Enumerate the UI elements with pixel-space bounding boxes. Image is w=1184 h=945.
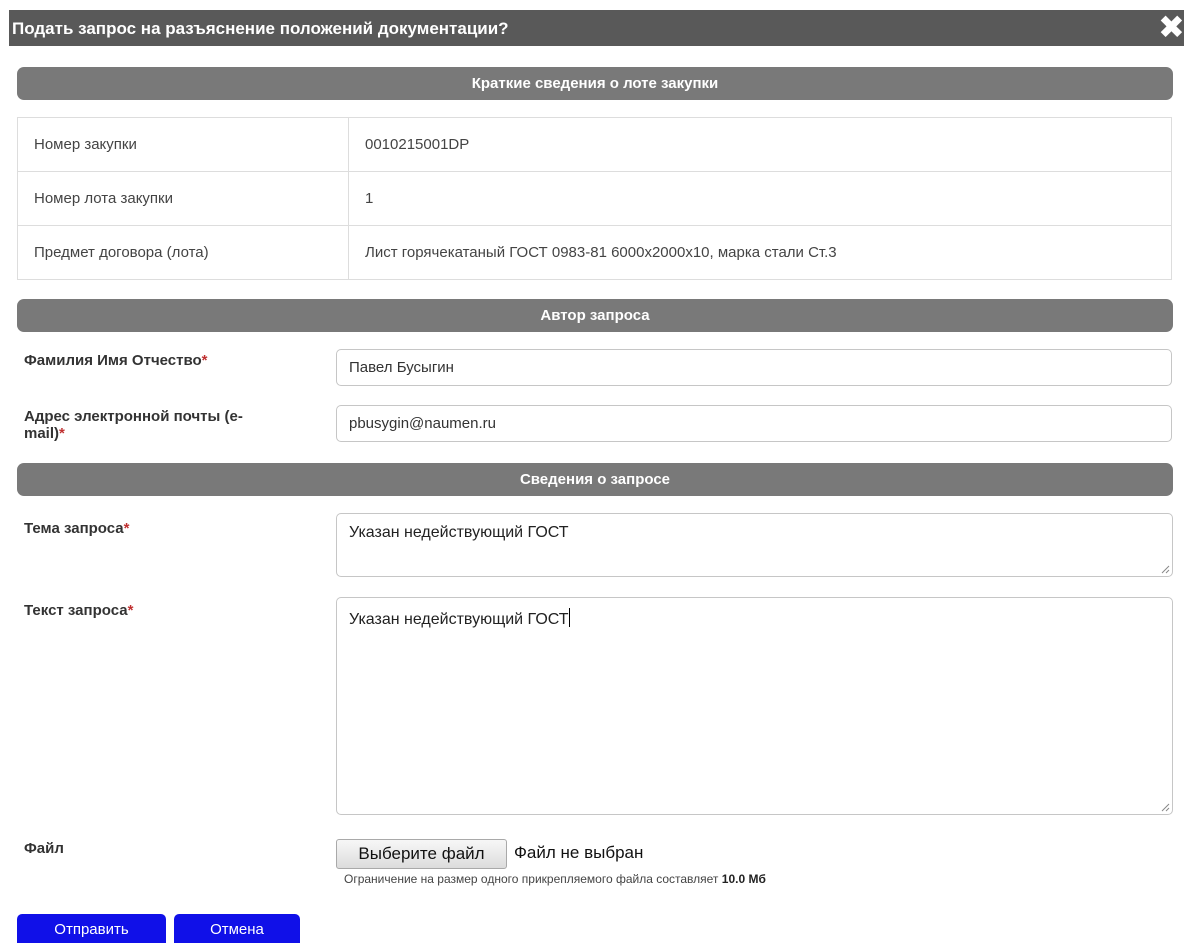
row-label: Номер закупки — [17, 117, 349, 172]
full-name-label-text: Фамилия Имя Отчество — [24, 352, 202, 369]
file-status-text: Файл не выбран — [514, 843, 644, 862]
row-value: 1 — [348, 171, 1172, 226]
required-mark: * — [201, 352, 208, 369]
file-hint-text: Ограничение на размер одного прикрепляем… — [344, 872, 719, 886]
email-label-line2: mail) — [24, 425, 60, 442]
choose-file-button[interactable]: Выберите файл — [336, 839, 507, 869]
required-mark: * — [127, 602, 134, 619]
table-row: Номер закупки 0010215001DP — [17, 117, 1172, 172]
row-label: Номер лота закупки — [17, 171, 349, 226]
request-text: Указан недействующий ГОСТ — [349, 611, 569, 628]
submit-button[interactable]: Отправить — [17, 914, 166, 943]
subject-label-text: Тема запроса — [24, 520, 124, 537]
lot-info-table: Номер закупки 0010215001DP Номер лота за… — [17, 117, 1172, 280]
resize-grip-icon[interactable] — [1160, 802, 1170, 812]
full-name-label: Фамилия Имя Отчество* — [24, 352, 208, 369]
subject-label: Тема запроса* — [24, 520, 129, 537]
file-size-limit: 10.0 Мб — [721, 872, 766, 886]
row-value: Лист горячекатаный ГОСТ 0983-81 6000x200… — [348, 225, 1172, 280]
table-row: Номер лота закупки 1 — [17, 171, 1172, 226]
required-mark: * — [123, 520, 130, 537]
file-label: Файл — [24, 840, 64, 857]
request-section-header: Сведения о запросе — [17, 463, 1173, 496]
text-caret — [568, 608, 570, 627]
subject-textarea[interactable]: Указан недействующий ГОСТ — [336, 513, 1173, 577]
lot-section-header: Краткие сведения о лоте закупки — [17, 67, 1173, 100]
author-section-header: Автор запроса — [17, 299, 1173, 332]
request-text-label-text: Текст запроса — [24, 602, 128, 619]
email-label-line1: Адрес электронной почты (e- — [24, 408, 243, 425]
cancel-button[interactable]: Отмена — [174, 914, 300, 943]
dialog-title: Подать запрос на разъяснение положений д… — [12, 19, 509, 38]
subject-text: Указан недействующий ГОСТ — [349, 524, 569, 541]
full-name-field[interactable]: Павел Бусыгин — [336, 349, 1172, 386]
email-label: Адрес электронной почты (e- mail)* — [24, 408, 243, 442]
table-row: Предмет договора (лота) Лист горячекатан… — [17, 225, 1172, 280]
required-mark: * — [59, 425, 65, 442]
resize-grip-icon[interactable] — [1160, 564, 1170, 574]
row-value: 0010215001DP — [348, 117, 1172, 172]
request-text-label: Текст запроса* — [24, 602, 133, 619]
request-text-textarea[interactable]: Указан недействующий ГОСТ — [336, 597, 1173, 815]
close-icon[interactable]: ✖ — [1158, 11, 1184, 43]
dialog-titlebar: Подать запрос на разъяснение положений д… — [9, 10, 1184, 46]
file-size-hint: Ограничение на размер одного прикрепляем… — [344, 872, 766, 886]
row-label: Предмет договора (лота) — [17, 225, 349, 280]
email-field[interactable]: pbusygin@naumen.ru — [336, 405, 1172, 442]
